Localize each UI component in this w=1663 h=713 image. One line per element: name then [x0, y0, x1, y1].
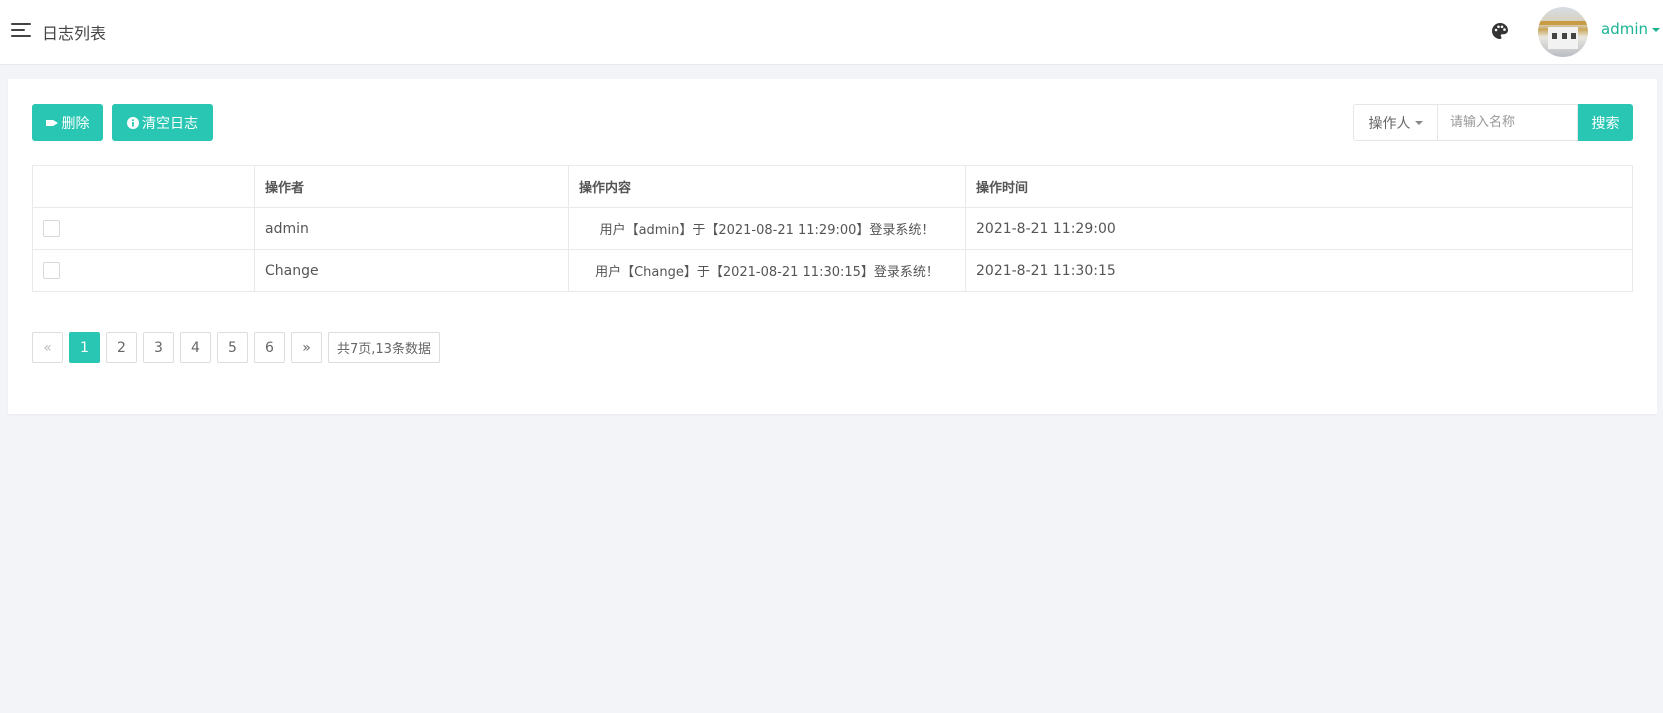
page-button-6[interactable]: 6 — [254, 332, 285, 363]
next-page-button[interactable]: » — [291, 332, 322, 363]
column-header-content: 操作内容 — [568, 165, 966, 208]
chevron-down-icon — [1652, 27, 1660, 32]
page-button-2[interactable]: 2 — [106, 332, 137, 363]
operator-cell: Change — [254, 249, 569, 292]
time-cell: 2021-8-21 11:30:15 — [965, 249, 1633, 292]
search-input[interactable] — [1437, 104, 1578, 141]
hamburger-menu-icon[interactable] — [11, 22, 31, 38]
page-title: 日志列表 — [42, 24, 107, 43]
page-button-4[interactable]: 4 — [180, 332, 211, 363]
search-field-dropdown[interactable]: 操作人 — [1353, 104, 1437, 141]
delete-button[interactable]: 删除 — [32, 104, 103, 141]
row-checkbox[interactable] — [43, 262, 60, 279]
log-table: 操作者 操作内容 操作时间 admin 用户【admin】于【2021-08-2… — [32, 165, 1633, 292]
info-circle-icon — [127, 116, 139, 129]
clear-log-button-label: 清空日志 — [142, 115, 198, 132]
row-checkbox[interactable] — [43, 220, 60, 237]
time-cell: 2021-8-21 11:29:00 — [965, 207, 1633, 250]
username-label: admin — [1601, 20, 1648, 38]
top-navbar: 日志列表 admin — [0, 0, 1663, 65]
column-header-operator: 操作者 — [254, 165, 569, 208]
table-row: Change 用户【Change】于【2021-08-21 11:30:15】登… — [32, 249, 1633, 292]
user-menu[interactable]: admin — [1601, 20, 1660, 38]
clear-log-button[interactable]: 清空日志 — [112, 104, 213, 141]
search-bar: 操作人 搜索 — [1353, 104, 1633, 141]
avatar[interactable] — [1538, 7, 1588, 57]
delete-button-label: 删除 — [61, 115, 90, 132]
page-button-1[interactable]: 1 — [69, 332, 100, 363]
column-header-time: 操作时间 — [965, 165, 1633, 208]
prev-page-button[interactable]: « — [32, 332, 63, 363]
column-header-select — [32, 165, 255, 208]
row-select-cell — [32, 249, 255, 292]
table-header-row: 操作者 操作内容 操作时间 — [32, 165, 1633, 208]
row-select-cell — [32, 207, 255, 250]
content-cell: 用户【admin】于【2021-08-21 11:29:00】登录系统！ — [568, 207, 966, 250]
search-field-label: 操作人 — [1368, 115, 1411, 132]
palette-icon[interactable] — [1491, 22, 1509, 40]
search-button[interactable]: 搜索 — [1578, 104, 1633, 141]
table-row: admin 用户【admin】于【2021-08-21 11:29:00】登录系… — [32, 207, 1633, 250]
chevron-down-icon — [1414, 120, 1423, 125]
log-panel: 删除 清空日志 操作人 搜索 操作者 操作内容 操作时间 admin — [8, 79, 1657, 414]
pagination: « 1 2 3 4 5 6 » 共7页,13条数据 — [32, 332, 446, 363]
page-button-5[interactable]: 5 — [217, 332, 248, 363]
eraser-icon — [45, 119, 58, 126]
content-cell: 用户【Change】于【2021-08-21 11:30:15】登录系统！ — [568, 249, 966, 292]
operator-cell: admin — [254, 207, 569, 250]
page-button-3[interactable]: 3 — [143, 332, 174, 363]
pagination-summary: 共7页,13条数据 — [328, 332, 440, 363]
